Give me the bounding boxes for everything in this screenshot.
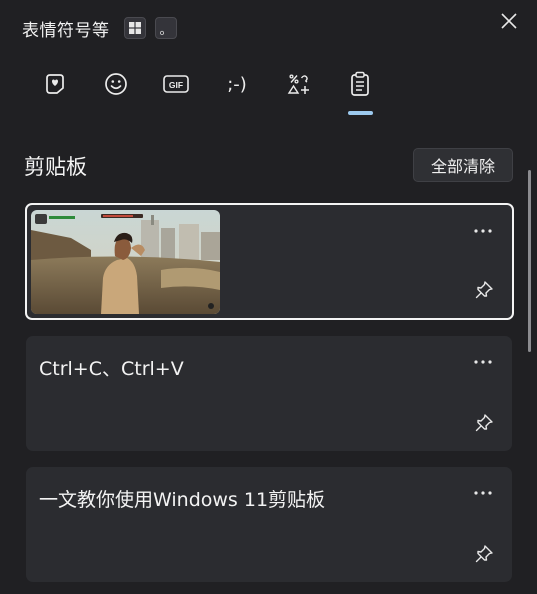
gif-icon: GIF — [163, 75, 189, 93]
windows-logo-icon — [129, 22, 141, 34]
section-title: 剪贴板 — [24, 155, 87, 179]
more-options-button[interactable] — [472, 354, 494, 370]
pin-button[interactable] — [474, 413, 494, 433]
kaomoji-icon: ;-) — [227, 73, 247, 95]
tab-emoji[interactable] — [96, 64, 136, 104]
scrollbar-thumb[interactable] — [528, 170, 531, 352]
heart-note-icon — [46, 74, 64, 94]
game-screenshot-image — [31, 210, 220, 314]
gif-label: GIF — [169, 80, 183, 90]
category-tabs: GIF ;-) — [0, 64, 537, 116]
more-icon — [474, 229, 492, 233]
clipboard-item-text[interactable]: 一文教你使用Windows 11剪贴板 — [26, 467, 512, 582]
tab-clipboard[interactable] — [340, 64, 380, 104]
windows-logo-key-badge — [124, 17, 146, 39]
tab-gif[interactable]: GIF — [156, 64, 196, 104]
more-options-button[interactable] — [472, 223, 494, 239]
pin-icon — [475, 545, 493, 563]
smiley-icon — [105, 73, 127, 95]
tab-favorites[interactable] — [35, 64, 75, 104]
title-bar: 表情符号等 。 — [0, 0, 537, 52]
clipboard-item-text[interactable]: Ctrl+C、Ctrl+V — [26, 336, 512, 451]
clipboard-item-text-content: Ctrl+C、Ctrl+V — [39, 358, 184, 380]
pin-icon — [475, 414, 493, 432]
close-icon — [501, 13, 517, 29]
pin-button[interactable] — [474, 544, 494, 564]
selected-tab-indicator — [348, 111, 373, 115]
tab-kaomoji[interactable]: ;-) — [217, 64, 257, 104]
pin-button[interactable] — [474, 280, 494, 300]
clipboard-item-text-content: 一文教你使用Windows 11剪贴板 — [39, 489, 326, 511]
period-key-badge: 。 — [155, 17, 177, 39]
panel-title: 表情符号等 — [22, 21, 110, 41]
clipboard-item-image[interactable] — [25, 203, 514, 320]
tab-symbols[interactable] — [279, 64, 319, 104]
more-icon — [474, 491, 492, 495]
pin-icon — [475, 281, 493, 299]
clear-all-button[interactable]: 全部清除 — [413, 148, 513, 182]
clipboard-icon — [351, 71, 369, 96]
symbols-icon — [287, 74, 309, 94]
more-options-button[interactable] — [472, 485, 494, 501]
more-icon — [474, 360, 492, 364]
close-button[interactable] — [496, 8, 522, 34]
